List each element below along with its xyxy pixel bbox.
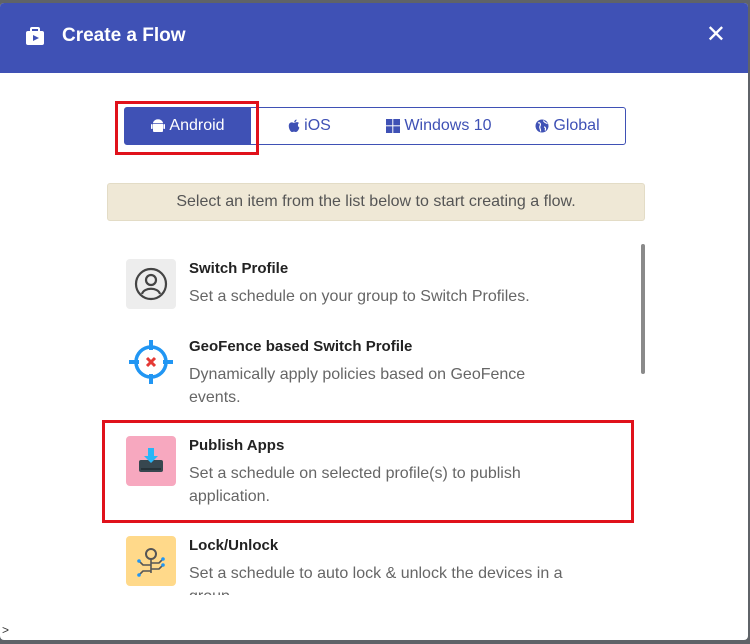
tab-ios[interactable]: iOS [251, 108, 368, 144]
item-description: Dynamically apply policies based on GeoF… [189, 366, 526, 406]
item-description: Set a schedule on your group to Switch P… [189, 288, 530, 305]
item-title: Lock/Unlock [189, 537, 279, 554]
dialog-header: Create a Flow ✕ [0, 3, 748, 73]
user-circle-icon [126, 259, 176, 309]
item-description: Set a schedule to auto lock & unlock the… [189, 565, 563, 595]
apple-icon [288, 119, 300, 133]
tab-windows[interactable]: Windows 10 [368, 108, 510, 144]
globe-icon [535, 119, 549, 133]
tab-ios-label: iOS [304, 117, 331, 134]
list-item-lock-unlock[interactable]: Lock/Unlock Set a schedule to auto lock … [126, 536, 606, 595]
info-banner: Select an item from the list below to st… [107, 183, 645, 221]
create-flow-dialog: Create a Flow ✕ Android iOS Windows 10 G… [0, 3, 748, 640]
close-icon[interactable]: ✕ [706, 23, 726, 47]
item-title: GeoFence based Switch Profile [189, 338, 413, 355]
list-scrollbar[interactable] [641, 244, 645, 374]
android-tab-highlight [115, 101, 259, 155]
list-item-switch-profile[interactable]: Switch Profile Set a schedule on your gr… [126, 259, 606, 319]
list-item-geofence[interactable]: GeoFence based Switch Profile Dynamicall… [126, 337, 606, 407]
flow-icon [26, 27, 44, 45]
crosshair-icon [126, 337, 176, 387]
publish-apps-highlight [102, 420, 634, 523]
lock-circuit-icon [126, 536, 176, 586]
footer-caret: > [2, 623, 10, 637]
tab-windows-label: Windows 10 [404, 117, 492, 134]
flow-item-list: Switch Profile Set a schedule on your gr… [107, 243, 647, 595]
tab-global-label: Global [553, 117, 600, 134]
item-title: Switch Profile [189, 260, 289, 277]
tab-global[interactable]: Global [510, 108, 625, 144]
windows-icon [386, 119, 401, 133]
dialog-title: Create a Flow [62, 25, 186, 46]
